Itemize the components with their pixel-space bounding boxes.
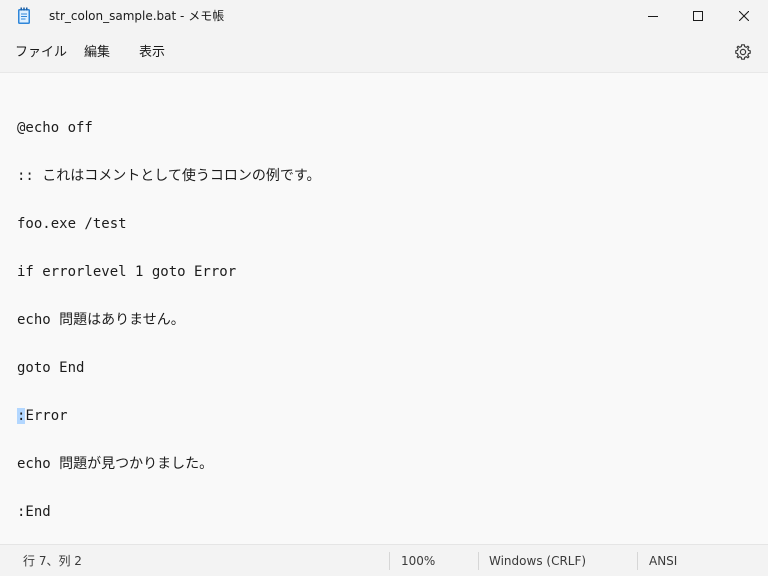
status-divider <box>389 552 390 570</box>
notepad-icon <box>18 7 30 24</box>
menu-bar: ファイル 編集 表示 <box>0 32 768 72</box>
line-ending[interactable]: Windows (CRLF) <box>489 554 586 568</box>
zoom-level[interactable]: 100% <box>401 554 435 568</box>
cursor-position[interactable]: 行 7、列 2 <box>23 554 82 568</box>
status-divider <box>637 552 638 570</box>
close-button[interactable] <box>721 0 767 32</box>
editor-line: if errorlevel 1 goto Error <box>17 264 237 280</box>
window-title: str_colon_sample.bat - メモ帳 <box>49 9 225 23</box>
encoding[interactable]: ANSI <box>649 554 677 568</box>
maximize-icon <box>693 11 703 21</box>
notepad-window: str_colon_sample.bat - メモ帳 ファイル 編集 表示 @e… <box>0 0 768 576</box>
maximize-button[interactable] <box>675 0 721 32</box>
menu-edit[interactable]: 編集 <box>84 44 110 61</box>
text-editor[interactable]: @echo off :: これはコメントとして使うコロンの例です。 foo.ex… <box>0 72 768 544</box>
editor-line: goto End <box>17 360 85 376</box>
title-bar[interactable]: str_colon_sample.bat - メモ帳 <box>0 0 768 32</box>
menu-file[interactable]: ファイル <box>15 44 67 61</box>
minimize-button[interactable] <box>630 0 676 32</box>
editor-line: @echo off <box>17 120 93 136</box>
editor-line: foo.exe /test <box>17 216 127 232</box>
editor-line: :: これはコメントとして使うコロンの例です。 <box>17 168 321 184</box>
editor-content[interactable]: @echo off :: これはコメントとして使うコロンの例です。 foo.ex… <box>17 88 320 552</box>
editor-line-remainder: Error <box>25 408 68 424</box>
status-divider <box>478 552 479 570</box>
editor-line: echo 問題はありません。 <box>17 312 185 328</box>
editor-line: :End <box>17 504 51 520</box>
minimize-icon <box>648 16 658 17</box>
editor-line: echo 問題が見つかりました。 <box>17 456 214 472</box>
status-bar: 行 7、列 2 100% Windows (CRLF) ANSI <box>0 544 768 576</box>
menu-view[interactable]: 表示 <box>139 44 165 61</box>
gear-icon[interactable] <box>734 43 752 61</box>
editor-line-selected: :Error <box>17 408 320 424</box>
close-icon <box>739 11 749 21</box>
